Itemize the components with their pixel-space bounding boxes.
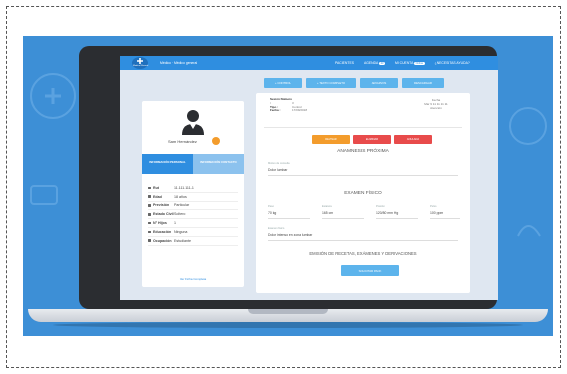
tab-contact-info[interactable]: INFORMACIÓN CONTACTO (193, 154, 244, 174)
info-row-rut: Rut 11.111.111-1 (148, 184, 238, 193)
user-title: Médico · Médico general (160, 61, 198, 65)
promo-scene: Medical Record Médico · Médico general P… (23, 36, 553, 336)
status-badge: Online (414, 62, 425, 65)
exam-notes-value[interactable]: Dolor intenso en zona lumbar (268, 233, 312, 237)
edit-badge-icon[interactable] (212, 137, 220, 145)
divider (264, 127, 462, 128)
info-key: Estado Civil (148, 212, 174, 216)
exam-notes-label: Examen físico (268, 227, 285, 230)
info-value: Soltero (174, 212, 186, 217)
info-value: Particular (174, 203, 190, 208)
action-bar: + CONTROL + TEXTO COMPLETO ARCHIVOS DESC… (264, 78, 444, 88)
reason-value[interactable]: Dolor lumbar (268, 168, 287, 172)
nav-label: AGENDA (363, 61, 379, 65)
delete-button[interactable]: ELIMINAR (353, 135, 391, 144)
reason-label: Motivo de consulta (268, 162, 290, 165)
field-underline (376, 218, 418, 219)
patient-tabs: INFORMACIÓN PERSONAL INFORMACIÓN CONTACT… (142, 154, 244, 174)
emission-title: EMISIÓN DE RECETAS, EXÁMENES Y DERIVACIO… (309, 251, 417, 256)
download-button[interactable]: DESCARGAR (402, 78, 444, 88)
agenda-count-badge: 23 (379, 62, 385, 65)
info-row-estado-civil: Estado Civil Soltero (148, 210, 238, 220)
info-row-hijos: N° Hijos 1 (148, 219, 238, 228)
field-underline (268, 240, 458, 241)
info-key: Educación (148, 230, 174, 234)
physical-exam-title: EXAMEN FÍSICO (344, 191, 382, 196)
nav-label: MI CUENTA (394, 61, 414, 65)
app-logo[interactable]: Medical Record (132, 57, 148, 69)
anamnesis-title: ANAMNESIS PRÓXIMA (337, 149, 389, 154)
nav-item-pacientes[interactable]: PACIENTES (335, 61, 354, 65)
patient-name: Sam Hernández (168, 139, 197, 144)
field-underline (268, 218, 310, 219)
height-value[interactable]: 165 cm (322, 211, 333, 215)
info-row-educacion: Educación Ninguna (148, 228, 238, 237)
info-key: Edad (148, 195, 174, 199)
date-label: Fecha : (270, 108, 281, 113)
record-actions: REVISAR ELIMINAR ANULADA (312, 135, 432, 144)
laptop-screen: Medical Record Médico · Médico general P… (120, 56, 498, 300)
add-control-button[interactable]: + CONTROL (264, 78, 302, 88)
info-value: 18 años (174, 194, 187, 199)
pressure-value[interactable]: 120/80 mm Hg (376, 211, 398, 215)
nav-item-ayuda[interactable]: ¿NECESITAS AYUDA? (435, 61, 470, 65)
info-value: Ninguna (174, 229, 188, 234)
session-info: Sesión Número :3 Tipo : Control Fecha :17… (270, 97, 308, 113)
request-pack-button[interactable]: SOLICITAR PACK (341, 265, 399, 276)
info-value: 1 (174, 221, 176, 226)
laptop-shadow (53, 322, 523, 328)
pulse-value[interactable]: 100 ppm (430, 211, 443, 215)
field-underline (430, 218, 460, 219)
laptop-notch (248, 309, 328, 314)
info-key: N° Hijos (148, 221, 174, 225)
patient-panel: Sam Hernández INFORMACIÓN PERSONAL INFOR… (142, 101, 244, 287)
nav-item-mi-cuenta[interactable]: MI CUENTA Online (395, 61, 425, 65)
info-value: 11.111.111-1 (174, 185, 194, 190)
weight-label: Peso (268, 205, 274, 208)
meta-line: Atención (430, 106, 442, 111)
info-key: Previsión (148, 203, 174, 207)
nav-label: ¿NECESITAS AYUDA? (434, 61, 470, 65)
info-value: Estudiante (174, 238, 191, 243)
weight-value[interactable]: 70 kg (268, 211, 276, 215)
void-button[interactable]: ANULADA (394, 135, 432, 144)
nav-label: PACIENTES (335, 61, 354, 65)
field-underline (322, 218, 364, 219)
plus-logo-icon (137, 58, 143, 64)
field-underline (268, 175, 458, 176)
nav-item-agenda[interactable]: AGENDA 23 (364, 61, 385, 65)
top-navigation: PACIENTES AGENDA 23 MI CUENTA Online ¿NE… (335, 61, 470, 65)
review-button[interactable]: REVISAR (312, 135, 350, 144)
pressure-label: Presión (376, 205, 385, 208)
patient-info-list: Rut 11.111.111-1 Edad 18 años Previsión Par… (148, 184, 238, 246)
logo-text: Medical Record (133, 65, 149, 67)
info-row-ocupacion: Ocupación Estudiante (148, 237, 238, 246)
info-key: Rut (148, 186, 174, 190)
info-row-prevision: Previsión Particular (148, 202, 238, 211)
session-meta: Fecha Mar 9 11 11 11 11 Atención (416, 98, 456, 111)
date-value: 17/09/2018 (292, 108, 308, 113)
full-record-link[interactable]: Ver Ficha Completa (142, 277, 244, 281)
height-label: Estatura (322, 205, 332, 208)
info-key: Ocupación (148, 239, 174, 243)
consultation-card: Sesión Número :3 Tipo : Control Fecha :17… (256, 93, 470, 293)
info-row-edad: Edad 18 años (148, 193, 238, 202)
tab-personal-info[interactable]: INFORMACIÓN PERSONAL (142, 154, 193, 174)
pulse-label: Pulso (430, 205, 437, 208)
full-text-button[interactable]: + TEXTO COMPLETO (306, 78, 356, 88)
doctor-avatar-icon (182, 110, 204, 135)
files-button[interactable]: ARCHIVOS (360, 78, 398, 88)
app-topbar: Medical Record Médico · Médico general P… (120, 56, 498, 70)
